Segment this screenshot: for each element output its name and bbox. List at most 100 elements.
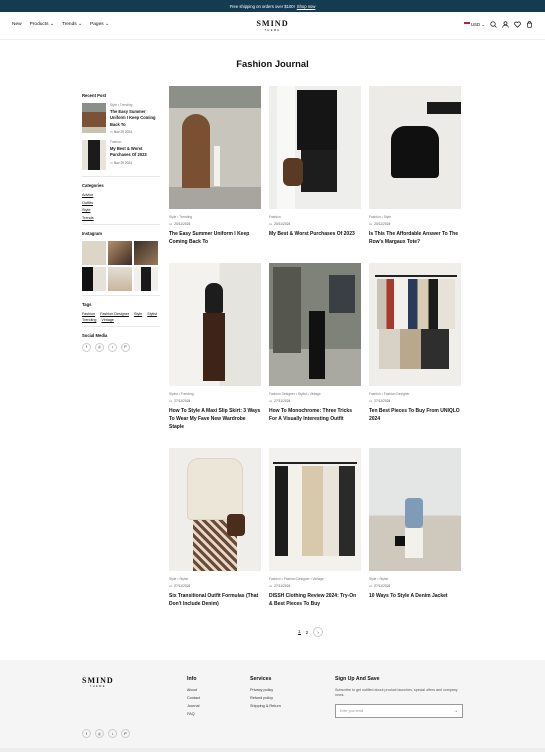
footer-link[interactable]: About <box>187 688 200 692</box>
post-card[interactable]: Style • Trending ▭ 20/11/2024 The Easy Su… <box>169 86 261 246</box>
post-image[interactable] <box>369 263 461 386</box>
pinterest-icon[interactable]: P <box>121 729 130 738</box>
post-category: Fashion Designer • Stylist • Vintage <box>269 392 321 396</box>
recent-post-meta: Style • Trending <box>110 103 133 107</box>
account-icon[interactable] <box>502 21 509 28</box>
post-image[interactable] <box>269 448 361 571</box>
footer-link[interactable]: Refund policy <box>250 696 281 700</box>
instagram-photo[interactable] <box>82 266 106 291</box>
tag-link[interactable]: Vintage <box>101 318 113 322</box>
post-date: ▭ 27/11/2024 <box>269 584 291 588</box>
post-title[interactable]: The Easy Summer Uniform I Keep Coming Ba… <box>169 230 261 246</box>
shop-now-link[interactable]: Shop now <box>297 4 316 9</box>
calendar-icon: ▭ <box>169 584 173 588</box>
post-image[interactable] <box>269 263 361 386</box>
instagram-photo[interactable] <box>134 240 158 265</box>
recent-post-thumbnail[interactable] <box>82 103 106 133</box>
post-image[interactable] <box>369 448 461 571</box>
cart-icon[interactable] <box>526 21 533 28</box>
page-2-link[interactable]: 2 <box>306 630 309 635</box>
category-link[interactable]: Advice <box>82 193 160 197</box>
post-title[interactable]: How To Monochrome: Three Tricks For A Vi… <box>269 407 361 423</box>
footer-link[interactable]: Privacy policy <box>250 688 281 692</box>
post-category: Style • Stylist <box>369 577 389 581</box>
post-category: Style • Trending <box>169 215 193 219</box>
post-title[interactable]: Ten Best Pieces To Buy From UNIQLO 2024 <box>369 407 461 423</box>
footer-logo[interactable]: SMIND THEME <box>82 676 114 688</box>
instagram-icon[interactable]: ◎ <box>95 342 104 352</box>
category-link[interactable]: Outfits <box>82 201 160 205</box>
tag-link[interactable]: Trending <box>82 318 96 322</box>
calendar-icon: ▭ <box>369 584 373 588</box>
post-image[interactable] <box>369 86 461 209</box>
post-card[interactable]: Style • Stylist ▭ 27/11/2024 Six Transiti… <box>169 448 261 608</box>
pinterest-icon[interactable]: P <box>121 342 130 352</box>
post-card[interactable]: Fashion • Style ▭ 20/11/2024 Is This The … <box>369 86 461 246</box>
post-category: Style • Stylist <box>169 577 189 581</box>
wishlist-icon[interactable] <box>514 21 521 28</box>
footer-bottom-bar <box>0 748 545 752</box>
tag-list: Fashion Fashion Designer Style Stylist T… <box>82 312 160 322</box>
instagram-icon[interactable]: ◎ <box>95 729 104 738</box>
instagram-photo[interactable] <box>108 240 132 265</box>
flag-icon <box>463 22 470 27</box>
post-title[interactable]: Six Transitional Outfit Formulas (That D… <box>169 592 261 608</box>
post-date: ▭ 27/11/2024 <box>269 399 291 403</box>
footer-services: Services Privacy policy Refund policy Sh… <box>250 676 281 712</box>
footer-social-links: f ◎ ♪ P <box>82 729 130 738</box>
tag-link[interactable]: Style <box>134 312 142 316</box>
post-image[interactable] <box>269 86 361 209</box>
calendar-icon: ▭ <box>369 222 373 226</box>
recent-post-title[interactable]: The Easy Summer Uniform I Keep Coming Ba… <box>110 109 160 128</box>
next-page-button[interactable]: › <box>313 627 324 637</box>
tag-link[interactable]: Fashion <box>82 312 95 316</box>
footer-link[interactable]: Journal <box>187 704 200 708</box>
email-field[interactable]: Enter your email → <box>335 703 463 718</box>
post-image[interactable] <box>169 86 261 209</box>
arrow-right-icon[interactable]: → <box>453 708 458 714</box>
post-title[interactable]: DISSH Clothing Review 2024: Try-On & Bes… <box>269 592 361 608</box>
instagram-photo[interactable] <box>82 240 106 265</box>
footer-signup: Sign Up And Save Subscribe to get notifi… <box>335 676 463 718</box>
footer-info: Info About Contact Journal FAQ <box>187 676 200 720</box>
sidebar: Recent Post Style • Trending The Easy Su… <box>82 93 160 352</box>
post-image[interactable] <box>169 263 261 386</box>
signup-description: Subscribe to get notified about product … <box>335 688 458 698</box>
currency-selector[interactable]: USD ⌄ <box>463 22 485 28</box>
post-category: Fashion • Style <box>369 215 392 219</box>
search-icon[interactable] <box>490 21 497 28</box>
footer-link[interactable]: Contact <box>187 696 200 700</box>
instagram-photo[interactable] <box>108 266 132 291</box>
instagram-photo[interactable] <box>134 266 158 291</box>
post-card[interactable]: Fashion • Fashion Designer • Vintage ▭ 27… <box>269 448 361 608</box>
site-header: New Products ⌄ Trends ⌄ Pages ⌄ SMIND TH… <box>0 12 545 40</box>
footer-link[interactable]: FAQ <box>187 712 200 716</box>
tiktok-icon[interactable]: ♪ <box>108 342 117 352</box>
calendar-icon: ▭ <box>269 222 273 226</box>
post-card[interactable]: Stylist • Trending ▭ 27/11/2024 How To St… <box>169 263 261 431</box>
category-link[interactable]: Trends <box>82 216 160 220</box>
post-title[interactable]: 10 Ways To Style A Denim Jacket <box>369 592 461 600</box>
post-card[interactable]: Style • Stylist ▭ 27/11/2024 10 Ways To S… <box>369 448 461 600</box>
post-date: ▭ 20/11/2024 <box>369 222 391 226</box>
post-card[interactable]: Fashion • Fashion Designer ▭ 27/11/2024 T… <box>369 263 461 423</box>
page-1-link[interactable]: 1 <box>298 629 301 635</box>
post-title[interactable]: My Best & Worst Purchases Of 2023 <box>269 230 361 238</box>
facebook-icon[interactable]: f <box>82 729 91 738</box>
footer-link[interactable]: Shipping & Return <box>250 704 281 708</box>
post-title[interactable]: Is This The Affordable Answer To The Row… <box>369 230 461 246</box>
post-card[interactable]: Fashion Designer • Stylist • Vintage ▭ 27… <box>269 263 361 423</box>
recent-post-item[interactable]: Fashion My Best & Worst Purchases Of 202… <box>82 140 160 171</box>
facebook-icon[interactable]: f <box>82 342 91 352</box>
tiktok-icon[interactable]: ♪ <box>108 729 117 738</box>
post-title[interactable]: How To Style A Maxi Slip Skirt: 3 Ways T… <box>169 407 261 431</box>
post-date: ▭ 27/11/2024 <box>369 399 391 403</box>
recent-post-thumbnail[interactable] <box>82 140 106 171</box>
tag-link[interactable]: Fashion Designer <box>100 312 129 316</box>
recent-post-title[interactable]: My Best & Worst Purchases Of 2023 <box>110 146 160 159</box>
tag-link[interactable]: Stylist <box>147 312 157 316</box>
recent-post-item[interactable]: Style • Trending The Easy Summer Uniform… <box>82 103 160 134</box>
post-image[interactable] <box>169 448 261 571</box>
category-link[interactable]: Style <box>82 208 160 212</box>
post-card[interactable]: Fashion ▭ 20/11/2024 My Best & Worst Purc… <box>269 86 361 238</box>
